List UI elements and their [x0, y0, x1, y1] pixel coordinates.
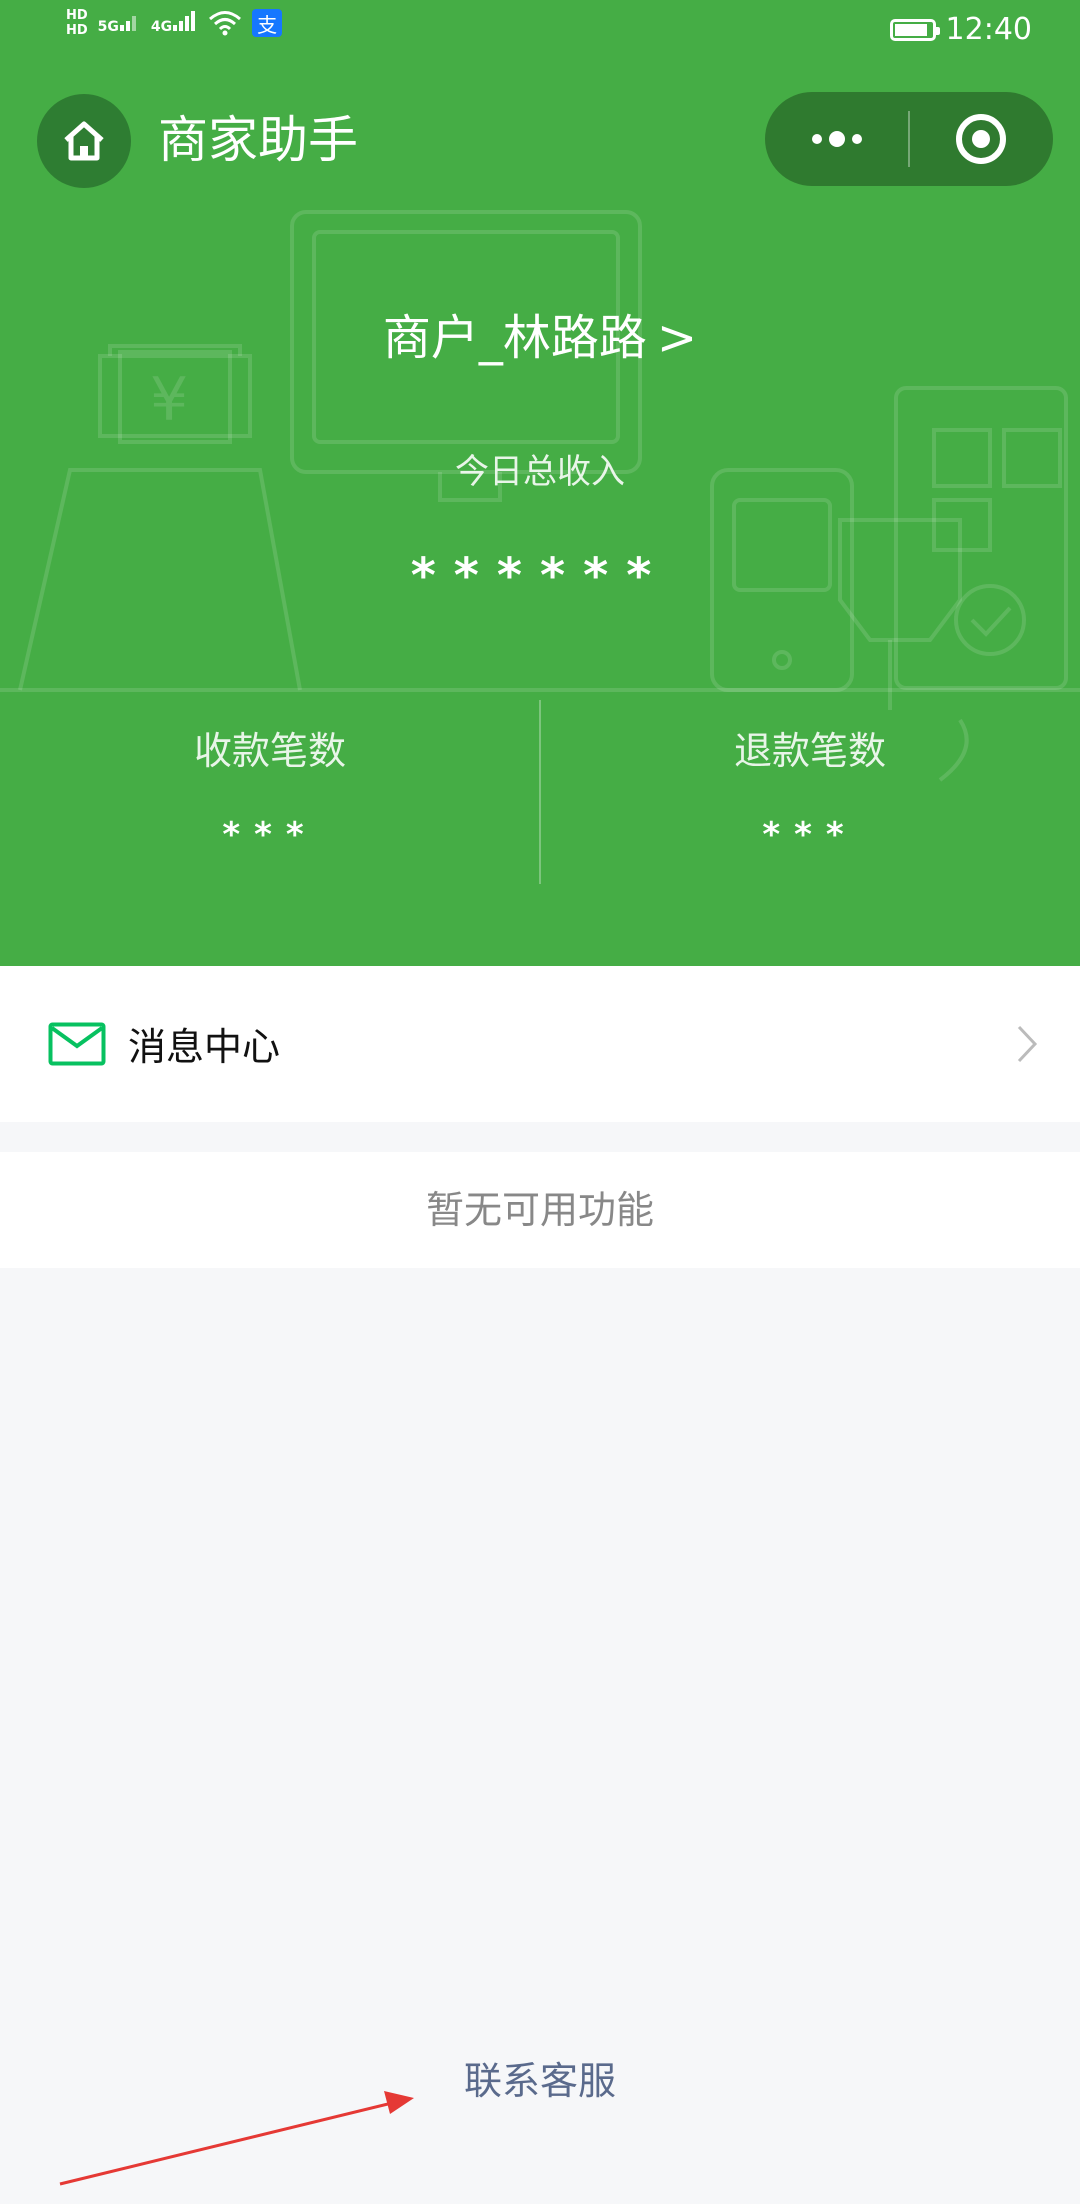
mini-program-capsule: [765, 92, 1053, 186]
battery-fill: [894, 23, 927, 36]
alipay-icon: 支: [252, 9, 283, 37]
empty-functions-text: 暂无可用功能: [0, 1152, 1080, 1268]
home-icon: [64, 121, 104, 161]
stats-divider: [539, 700, 541, 884]
close-button[interactable]: [910, 92, 1053, 186]
signal-5g: 5G: [98, 11, 141, 35]
home-button[interactable]: [37, 94, 131, 188]
stat-payments[interactable]: 收款笔数 ***: [0, 700, 540, 890]
battery-icon: [889, 18, 940, 41]
merchant-name: 商户_林路路: [382, 310, 647, 366]
contact-support-link[interactable]: 联系客服: [0, 2050, 1080, 2105]
more-dots-icon: [811, 131, 862, 147]
hd-badge: HD: [66, 23, 88, 38]
income-label: 今日总收入: [455, 452, 625, 492]
chevron-right-icon: >: [656, 310, 698, 366]
envelope-icon: [48, 1022, 106, 1066]
header-banner: ¥ HD HD 5G 4G 支 12:40 商家助手 商户_林路路 > 今日总收…: [0, 0, 1080, 966]
more-button[interactable]: [765, 92, 908, 186]
svg-text:¥: ¥: [150, 365, 188, 435]
stat-value: ***: [222, 815, 318, 855]
hd-badge: HD: [66, 8, 88, 23]
message-center-label: 消息中心: [128, 1025, 281, 1069]
target-icon: [956, 114, 1007, 164]
income-value: ******: [410, 548, 670, 604]
status-time: 12:40: [945, 12, 1032, 47]
chevron-right-icon: [1017, 1025, 1038, 1063]
hd-indicators: HD HD: [66, 8, 88, 38]
stat-label: 退款笔数: [733, 729, 886, 773]
wifi-icon: [209, 11, 242, 36]
status-bar: HD HD 5G 4G 支 12:40: [0, 0, 1080, 64]
stat-refunds[interactable]: 退款笔数 ***: [540, 700, 1080, 890]
message-center-row[interactable]: 消息中心: [0, 966, 1080, 1122]
stat-value: ***: [762, 815, 858, 855]
signal-4g: 4G: [151, 11, 198, 35]
merchant-name-link[interactable]: 商户_林路路 >: [0, 306, 1080, 370]
app-title: 商家助手: [158, 111, 358, 169]
stat-label: 收款笔数: [193, 729, 346, 773]
